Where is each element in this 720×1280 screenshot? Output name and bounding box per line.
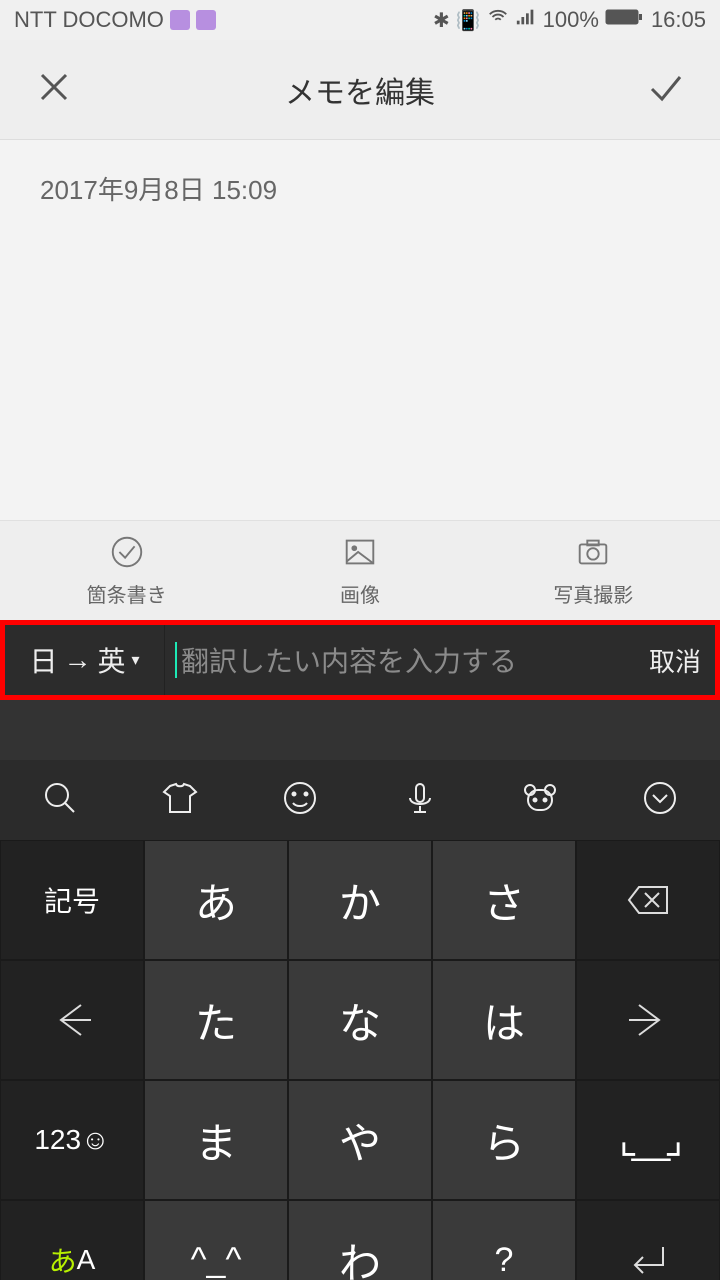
key-q-main: ? [495, 1241, 514, 1280]
key-space[interactable]: ⌞__⌟ [576, 1080, 720, 1200]
language-selector[interactable]: 日 → 英 ▾ [5, 625, 165, 695]
key-left[interactable] [0, 960, 144, 1080]
mic-icon[interactable] [400, 778, 440, 823]
key-numeric[interactable]: 123☺ [0, 1080, 144, 1200]
tshirt-icon[interactable] [160, 778, 200, 823]
translate-placeholder: 翻訳したい内容を入力する [181, 640, 517, 680]
close-icon[interactable] [34, 67, 74, 112]
key-face[interactable]: ^_^ [144, 1200, 288, 1280]
mode-jp: あ [49, 1240, 77, 1280]
page-title: メモを編集 [285, 68, 435, 112]
chevron-down-icon: ▾ [132, 650, 140, 670]
key-right[interactable] [576, 960, 720, 1080]
status-bar: NTT DOCOMO ✱ 📳 100% 16:05 [0, 0, 720, 40]
emoji-icon[interactable] [280, 778, 320, 823]
key-ha[interactable]: は [432, 960, 576, 1080]
image-label: 画像 [340, 579, 380, 608]
key-enter[interactable] [576, 1200, 720, 1280]
image-button[interactable]: 画像 [340, 533, 380, 608]
carrier-label: NTT DOCOMO [14, 7, 164, 33]
keyboard-toolbar [0, 760, 720, 840]
cancel-button[interactable]: 取消 [635, 625, 715, 695]
key-punct[interactable]: ? 。 ! [432, 1200, 576, 1280]
battery-percent: 100% [543, 7, 599, 33]
arrow-right-icon: → [63, 644, 91, 676]
battery-icon [605, 7, 645, 33]
app-header: メモを編集 [0, 40, 720, 140]
translate-input[interactable]: 翻訳したい内容を入力する [165, 625, 635, 695]
key-ya[interactable]: や [288, 1080, 432, 1200]
key-a[interactable]: あ [144, 840, 288, 960]
key-ta[interactable]: た [144, 960, 288, 1080]
key-sa[interactable]: さ [432, 840, 576, 960]
camera-label: 写真撮影 [553, 579, 633, 608]
collapse-icon[interactable] [640, 778, 680, 823]
memo-toolbar: 箇条書き 画像 写真撮影 [0, 520, 720, 620]
text-cursor [175, 642, 177, 678]
signal-icon [515, 6, 537, 34]
vibrate-icon: 📳 [456, 8, 481, 33]
key-ra[interactable]: ら [432, 1080, 576, 1200]
camera-button[interactable]: 写真撮影 [553, 533, 633, 608]
wifi-icon [487, 6, 509, 34]
key-mode-switch[interactable]: あA [0, 1200, 144, 1280]
memo-timestamp: 2017年9月8日 15:09 [40, 170, 680, 207]
translate-bar: 日 → 英 ▾ 翻訳したい内容を入力する 取消 [0, 620, 720, 700]
bear-icon[interactable] [520, 778, 560, 823]
search-icon[interactable] [40, 778, 80, 823]
status-app-icon-2 [196, 10, 216, 30]
suggestion-strip [0, 700, 720, 760]
status-app-icon-1 [170, 10, 190, 30]
bluetooth-icon: ✱ [433, 8, 450, 33]
key-na[interactable]: な [288, 960, 432, 1080]
key-backspace[interactable] [576, 840, 720, 960]
confirm-icon[interactable] [646, 67, 686, 112]
cancel-label: 取消 [649, 642, 701, 679]
bullet-list-button[interactable]: 箇条書き [87, 533, 167, 608]
clock: 16:05 [651, 7, 706, 33]
memo-editor[interactable]: 2017年9月8日 15:09 [0, 140, 720, 520]
key-ma[interactable]: ま [144, 1080, 288, 1200]
mode-en: A [77, 1244, 96, 1276]
key-wa[interactable]: わ [288, 1200, 432, 1280]
lang-from: 日 [29, 640, 57, 680]
key-symbol[interactable]: 記号 [0, 840, 144, 960]
bullet-label: 箇条書き [87, 579, 167, 608]
lang-to: 英 [97, 640, 125, 680]
key-ka[interactable]: か [288, 840, 432, 960]
keyboard: 記号 あ か さ た な は 123☺ ま や ら ⌞__⌟ あA ^_^ わ … [0, 840, 720, 1280]
